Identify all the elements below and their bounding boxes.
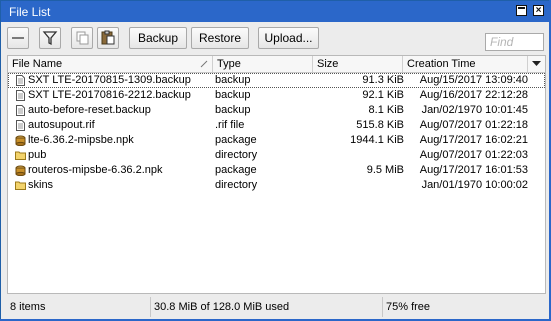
backup-button[interactable]: Backup: [129, 27, 187, 49]
table-row[interactable]: auto-before-reset.backup backup 8.1 KiB Jan…: [8, 103, 545, 118]
paste-icon: [101, 30, 115, 45]
size-cell: [314, 148, 404, 163]
creation-time-cell: Aug/07/2017 01:22:18: [419, 119, 528, 131]
creation-time-cell: Aug/15/2017 13:09:40: [419, 74, 528, 86]
size-cell: 92.1 KiB: [362, 89, 404, 101]
type-cell: directory: [215, 149, 258, 161]
package-icon: [15, 135, 26, 147]
creation-time-cell: Jan/01/1970 10:00:02: [421, 179, 528, 191]
close-button[interactable]: ×: [533, 5, 544, 16]
file-name-cell: skins: [28, 179, 54, 191]
sort-indicator-icon: [200, 60, 208, 68]
table-row[interactable]: skins directory Jan/01/1970 10:00:02: [8, 178, 545, 193]
upload-button[interactable]: Upload...: [258, 27, 319, 49]
file-name-cell: autosupout.rif: [28, 119, 95, 131]
column-menu-button[interactable]: [528, 56, 545, 72]
file-icon: [15, 75, 26, 86]
creation-time-cell: Aug/17/2017 16:02:21: [419, 134, 528, 146]
type-cell: backup: [215, 104, 251, 116]
status-free-space: 75% free: [386, 301, 431, 313]
window-title: File List: [9, 5, 51, 19]
type-cell: backup: [215, 89, 251, 101]
column-header-file-name[interactable]: File Name: [8, 56, 213, 72]
status-disk-usage: 30.8 MiB of 128.0 MiB used: [151, 297, 383, 317]
column-header-creation-time[interactable]: Creation Time: [403, 56, 528, 72]
table-row[interactable]: lte-6.36.2-mipsbe.npk package 1944.1 KiB Au…: [8, 133, 545, 148]
filter-button[interactable]: [39, 27, 61, 49]
folder-icon: [15, 150, 26, 161]
table-row[interactable]: autosupout.rif .rif file 515.8 KiB Aug/07/2…: [8, 118, 545, 133]
file-list-window: File List × Backup Restore Upload... Fil…: [0, 0, 551, 321]
type-cell: package: [215, 134, 257, 146]
maximize-button[interactable]: [516, 5, 527, 16]
table-row[interactable]: SXT LTE-20170816-2212.backup backup 92.1 K…: [8, 88, 545, 103]
title-bar[interactable]: File List ×: [1, 1, 550, 22]
type-cell: directory: [215, 179, 258, 191]
creation-time-cell: Aug/07/2017 01:22:03: [419, 149, 528, 161]
table-row[interactable]: pub directory Aug/07/2017 01:22:03: [8, 148, 545, 163]
remove-button[interactable]: [7, 27, 29, 49]
file-table: File Name Type Size Creation Time SXT LT…: [7, 55, 546, 294]
file-icon: [15, 105, 26, 116]
package-icon: [15, 165, 26, 177]
file-icon: [15, 90, 26, 101]
file-name-cell: SXT LTE-20170815-1309.backup: [28, 74, 191, 86]
copy-button[interactable]: [71, 27, 93, 49]
table-header: File Name Type Size Creation Time: [8, 56, 545, 73]
file-name-cell: pub: [28, 149, 47, 161]
type-cell: .rif file: [215, 119, 245, 131]
status-bar: 8 items 30.8 MiB of 128.0 MiB used 75% f…: [1, 297, 550, 317]
restore-button[interactable]: Restore: [191, 27, 249, 49]
size-cell: 515.8 KiB: [356, 119, 404, 131]
paste-button[interactable]: [97, 27, 119, 49]
size-cell: 91.3 KiB: [362, 74, 404, 86]
table-row[interactable]: SXT LTE-20170815-1309.backup backup 91.3 K…: [8, 73, 545, 88]
file-name-cell: routeros-mipsbe-6.36.2.npk: [28, 164, 163, 176]
status-item-count: 8 items: [7, 297, 151, 317]
find-input[interactable]: [485, 33, 544, 51]
column-header-size[interactable]: Size: [313, 56, 403, 72]
size-cell: 1944.1 KiB: [350, 134, 404, 146]
size-cell: 8.1 KiB: [368, 104, 404, 116]
creation-time-cell: Aug/16/2017 22:12:28: [419, 89, 528, 101]
chevron-down-icon: [532, 61, 541, 66]
size-cell: [314, 178, 404, 193]
type-cell: backup: [215, 74, 251, 86]
folder-icon: [15, 180, 26, 191]
copy-icon: [76, 31, 89, 45]
table-row[interactable]: routeros-mipsbe-6.36.2.npk package 9.5 MiB…: [8, 163, 545, 178]
creation-time-cell: Jan/02/1970 10:01:45: [421, 104, 528, 116]
minus-icon: [12, 37, 24, 39]
type-cell: package: [215, 164, 257, 176]
file-name-cell: SXT LTE-20170816-2212.backup: [28, 89, 191, 101]
size-cell: 9.5 MiB: [366, 164, 404, 176]
file-name-cell: auto-before-reset.backup: [28, 104, 151, 116]
toolbar: Backup Restore Upload...: [1, 22, 550, 55]
creation-time-cell: Aug/17/2017 16:01:53: [419, 164, 528, 176]
column-header-type[interactable]: Type: [213, 56, 313, 72]
filter-icon: [42, 31, 58, 46]
file-icon: [15, 120, 26, 131]
file-name-cell: lte-6.36.2-mipsbe.npk: [28, 134, 134, 146]
